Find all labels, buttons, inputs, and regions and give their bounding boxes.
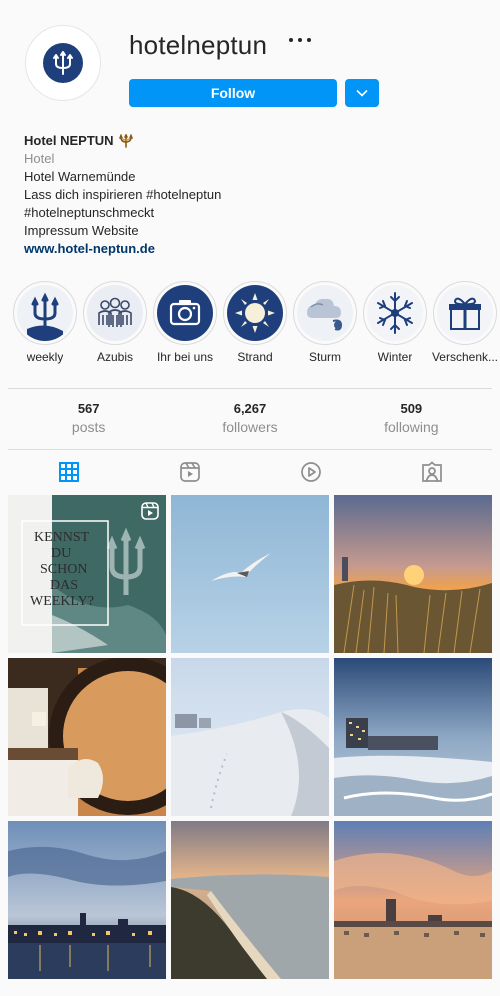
post-image-aerial-beach [171,821,329,979]
igtv-icon [300,462,321,482]
group-icon [98,297,132,327]
highlight-verschenken[interactable]: Verschenk... [430,281,500,371]
bio-line: Hotel Warnemünde [24,169,136,184]
more-options-button[interactable] [287,30,313,50]
profile-stats: 567 posts 6,267 followers 509 following [8,400,492,436]
suggestions-dropdown-button[interactable] [345,79,379,107]
post-tile[interactable] [171,658,329,816]
bio-line: Impressum Website [24,223,139,238]
followers-label: followers [222,419,278,435]
post-text-line: WEEKLY? [30,594,94,609]
post-tile[interactable] [334,821,492,979]
reels-icon [179,462,200,482]
post-image-harbor-night [8,821,166,979]
post-tile[interactable] [171,495,329,653]
trident-emoji-icon [118,134,133,148]
highlight-label: Verschenk... [431,350,499,364]
post-image-winter-beach [334,658,492,816]
highlight-weekly[interactable]: weekly [10,281,80,371]
trident-logo-icon [43,43,83,83]
post-tile[interactable] [8,658,166,816]
post-tile[interactable] [334,658,492,816]
highlight-sturm[interactable]: Sturm [290,281,360,371]
posts-label: posts [71,419,106,435]
post-tile[interactable] [171,821,329,979]
profile-username: hotelneptun [129,30,268,60]
profile-name: Hotel NEPTUN [24,133,114,148]
followers-count: 6,267 [233,401,267,416]
tab-reels[interactable] [129,450,250,494]
divider [8,388,492,389]
post-tile[interactable] [334,495,492,653]
post-image-sunset-dunes [334,495,492,653]
profile-bio: Hotel NEPTUN Hotel Hotel Warnemünde Lass… [24,132,221,258]
post-image-seagull [171,495,329,653]
gift-icon [449,297,481,330]
following-label: following [384,419,439,435]
following-count: 509 [400,401,423,416]
post-tile[interactable] [8,821,166,979]
highlight-label: Sturm [308,350,341,364]
post-image-weekly: KENNST DU SCHON DAS WEEKLY? [8,495,166,653]
highlight-label: Azubis [96,350,134,364]
follow-button[interactable]: Follow [129,79,337,107]
profile-category: Hotel [24,151,55,166]
tab-posts-grid[interactable] [8,450,129,494]
posts-count: 567 [77,401,100,416]
highlight-label: Ihr bei uns [156,350,214,364]
post-text-line: SCHON [40,562,87,577]
website-link[interactable]: www.hotel-neptun.de [24,240,221,258]
tab-igtv[interactable] [250,450,371,494]
sun-icon [235,293,275,333]
story-highlights: weekly Azubis Ihr bei uns Strand Sturm W… [10,281,500,371]
trident-icon [27,292,63,341]
post-tile[interactable]: KENNST DU SCHON DAS WEEKLY? [8,495,166,653]
followers-stat[interactable]: 6,267 followers [169,400,330,436]
grid-icon [58,462,79,482]
post-image-beach-sunset [334,821,492,979]
chevron-down-icon [356,89,368,97]
post-image-hotel-room [8,658,166,816]
post-text-line: DAS [50,578,78,593]
highlight-winter[interactable]: Winter [360,281,430,371]
posts-stat[interactable]: 567 posts [8,400,169,436]
bio-line: #hotelneptunschmeckt [24,205,155,220]
profile-avatar[interactable] [25,25,101,101]
post-text-line: KENNST [34,530,90,545]
bio-line: Lass dich inspirieren #hotelneptun [24,187,222,202]
profile-tabs [8,450,492,494]
wind-cloud-icon [307,298,343,331]
post-text-line: DU [51,546,71,561]
highlight-ihr-bei-uns[interactable]: Ihr bei uns [150,281,220,371]
highlight-label: weekly [26,350,64,364]
highlight-label: Strand [237,350,273,364]
post-image-snowy-dune [171,658,329,816]
posts-grid: KENNST DU SCHON DAS WEEKLY? [8,495,492,979]
tagged-icon [421,461,442,482]
highlight-azubis[interactable]: Azubis [80,281,150,371]
highlight-label: Winter [377,350,413,364]
tab-tagged[interactable] [371,450,492,494]
snowflake-icon [377,292,413,334]
highlight-strand[interactable]: Strand [220,281,290,371]
following-stat[interactable]: 509 following [331,400,492,436]
camera-icon [169,300,201,326]
